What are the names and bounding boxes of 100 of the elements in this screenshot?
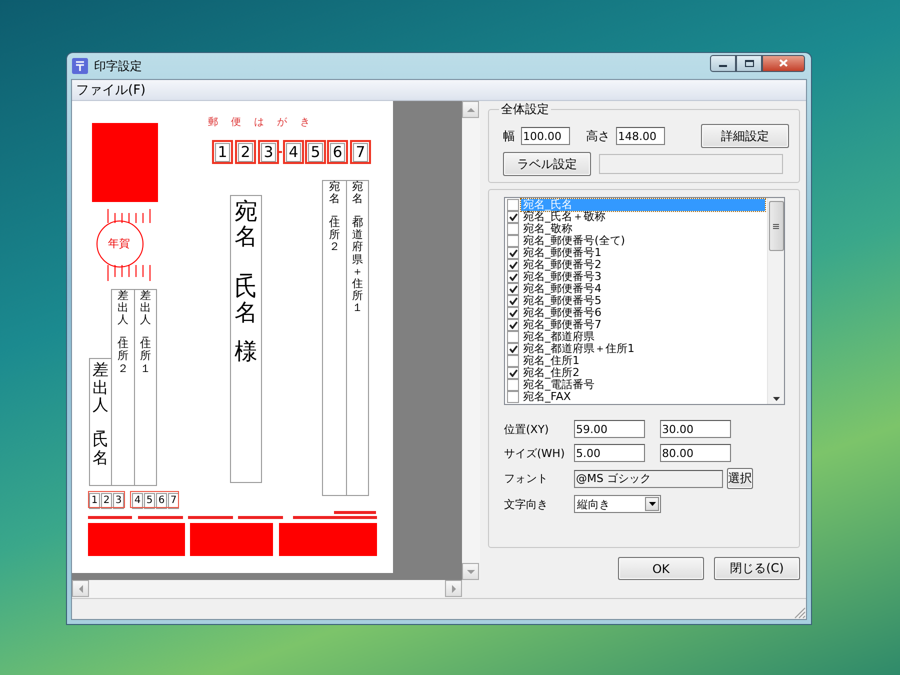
checkbox[interactable]	[507, 331, 519, 343]
list-item[interactable]: 宛名_都道府県＋住所1	[521, 343, 765, 355]
vertical-scrollbar[interactable]	[767, 198, 784, 404]
x-field[interactable]: 59.00	[574, 420, 645, 438]
height-label: 高さ	[586, 128, 610, 144]
sender-postal-digit: 1	[89, 493, 100, 509]
scroll-up-icon	[466, 108, 474, 112]
sender-postal-digit: 7	[168, 493, 179, 509]
checkbox[interactable]	[507, 319, 519, 331]
recipient-name-text: 宛名_氏名	[234, 200, 258, 326]
detail-settings-button[interactable]: 詳細設定	[701, 124, 789, 148]
postal-code-digit: 6	[327, 140, 348, 164]
postal-code-digit: 4	[283, 140, 304, 164]
y-field[interactable]: 30.00	[660, 420, 731, 438]
checkbox[interactable]	[507, 211, 519, 223]
list-item[interactable]: 宛名_郵便番号2	[521, 259, 765, 271]
scroll-up-button[interactable]	[462, 101, 479, 118]
scroll-thumb[interactable]	[768, 201, 784, 251]
list-item[interactable]: 宛名_郵便番号1	[521, 247, 765, 259]
sender-address-text: 差出人_住所１	[140, 290, 151, 375]
check-icon	[508, 345, 518, 353]
dialog-button[interactable]: 閉じる(C)	[714, 557, 800, 580]
width-field[interactable]: 100.00	[521, 127, 570, 145]
vertical-scrollbar[interactable]	[462, 101, 480, 580]
window-title: 印字設定	[94, 58, 142, 74]
width-label: 幅	[503, 128, 515, 144]
postcard-title: 郵便はがき	[208, 116, 323, 129]
sender-name-text: 差出人_氏名	[92, 361, 108, 467]
sender-postal-digit: 6	[156, 493, 167, 509]
maximize-button[interactable]	[736, 54, 762, 72]
new-year-label: 年賀	[108, 236, 130, 251]
label-field[interactable]	[599, 154, 783, 174]
scroll-down-button[interactable]	[462, 563, 479, 580]
list-item[interactable]: 宛名_氏名＋敬称	[521, 211, 765, 223]
address-text: 宛名_住所２	[329, 181, 340, 254]
scroll-right-icon	[452, 584, 456, 592]
height-field[interactable]: 80.00	[660, 444, 731, 462]
position-label: 位置(XY)	[504, 422, 550, 436]
font-field[interactable]: @MS ゴシック	[574, 470, 723, 488]
checkbox[interactable]	[507, 343, 519, 355]
close-icon	[779, 59, 788, 67]
list-item[interactable]: 宛名_電話番号	[521, 379, 765, 391]
list-item[interactable]: 宛名_住所1	[521, 355, 765, 367]
app-icon	[72, 58, 88, 74]
checkbox[interactable]	[507, 235, 519, 247]
checkbox[interactable]	[507, 199, 519, 211]
scroll-down-icon	[772, 397, 780, 401]
check-icon	[508, 369, 518, 377]
checkbox[interactable]	[507, 367, 519, 379]
list-item[interactable]: 宛名_郵便番号7	[521, 319, 765, 331]
list-item[interactable]: 宛名_FAX	[521, 391, 765, 403]
list-item[interactable]: 宛名_郵便番号4	[521, 283, 765, 295]
checkbox[interactable]	[507, 271, 519, 283]
sender-address-text: 差出人_住所２	[118, 290, 128, 375]
scroll-left-button[interactable]	[72, 580, 89, 597]
list-item[interactable]: 宛名_郵便番号6	[521, 307, 765, 319]
dropdown-value: 縦向き	[577, 496, 610, 512]
field-list[interactable]: 宛名_氏名 宛名_氏名＋敬称 宛名_敬称 宛名_郵便番号(全て) 宛名_郵便番号1 宛名_郵便番号2 宛名_郵便番号3 宛名_郵便番号4 宛名_郵便番号5 宛名_郵便番号6 宛名_郵便番号7 宛名_都道府県 宛名_都道府県＋住所1 宛名_住所1 宛名_住所2 宛名_電話番号 宛名_FAX	[504, 197, 785, 405]
scroll-right-button[interactable]	[445, 580, 462, 597]
postal-code-digit: 3	[258, 140, 279, 164]
minimize-button[interactable]	[710, 54, 736, 72]
checkbox[interactable]	[507, 355, 519, 367]
menu-item[interactable]: ファイル(F)	[72, 81, 150, 99]
postal-code-digit: 7	[350, 140, 371, 164]
dropdown-caret-icon	[648, 502, 656, 506]
checkbox[interactable]	[507, 223, 519, 235]
close-button[interactable]	[762, 54, 805, 72]
resize-grip-icon	[794, 607, 806, 619]
list-item[interactable]: 宛名_敬称	[521, 223, 765, 235]
sender-postal-digit: 2	[101, 493, 112, 509]
grip-icon	[773, 224, 779, 228]
list-item[interactable]: 宛名_郵便番号3	[521, 271, 765, 283]
width-field[interactable]: 5.00	[574, 444, 645, 462]
list-item[interactable]: 宛名_都道府県	[521, 331, 765, 343]
postal-code-digit: 5	[305, 140, 326, 164]
list-item[interactable]: 宛名_住所2	[521, 367, 765, 379]
checkbox[interactable]	[507, 307, 519, 319]
checkbox[interactable]	[507, 247, 519, 259]
direction-dropdown[interactable]: 縦向き	[574, 495, 661, 513]
sender-postal-digit: 4	[132, 493, 143, 509]
font-select-button[interactable]: 選択	[727, 468, 753, 489]
postal-code-digit: 1	[212, 140, 233, 164]
label-settings-button[interactable]: ラベル設定	[503, 152, 591, 176]
postal-frame	[130, 491, 179, 508]
maximize-icon	[744, 60, 754, 66]
checkbox[interactable]	[507, 295, 519, 307]
dialog-button[interactable]: OK	[618, 557, 704, 580]
font-label: フォント	[504, 471, 549, 486]
height-field[interactable]: 148.00	[616, 127, 665, 145]
postal-code-digit: 2	[235, 140, 256, 164]
list-item[interactable]: 宛名_郵便番号5	[521, 295, 765, 307]
horizontal-scrollbar[interactable]	[72, 580, 462, 598]
check-icon	[508, 213, 518, 221]
list-item[interactable]: 宛名_郵便番号(全て)	[521, 235, 765, 247]
checkbox[interactable]	[507, 283, 519, 295]
checkbox[interactable]	[507, 391, 519, 403]
honorific-text: 様	[234, 340, 258, 366]
checkbox[interactable]	[507, 379, 519, 391]
checkbox[interactable]	[507, 259, 519, 271]
group-title: 全体設定	[500, 101, 550, 118]
